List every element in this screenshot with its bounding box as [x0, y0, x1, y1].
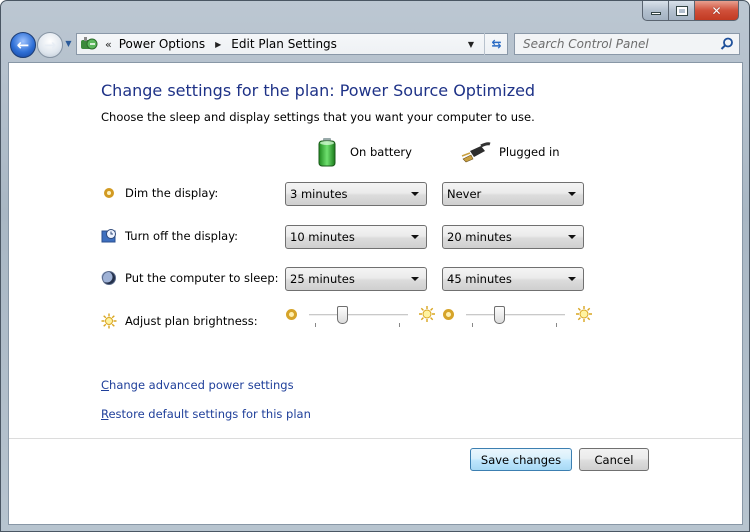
- maximize-button[interactable]: [669, 1, 695, 21]
- select-value: 25 minutes: [290, 272, 355, 286]
- content-pane: Change settings for the plan: Power Sour…: [8, 62, 743, 525]
- breadcrumb-power-options[interactable]: Power Options: [119, 37, 205, 51]
- column-label-plugged-in: Plugged in: [499, 145, 560, 159]
- address-dropdown-button[interactable]: ▼: [461, 34, 481, 54]
- page-subtitle: Choose the sleep and display settings th…: [101, 110, 535, 124]
- minimize-icon: [650, 12, 661, 15]
- slider-thumb[interactable]: [493, 306, 505, 324]
- control-panel-power-icon: [81, 37, 98, 50]
- dim-brightness-icon: [443, 309, 454, 320]
- breadcrumb-separator-icon[interactable]: ▶: [215, 40, 221, 49]
- close-button[interactable]: ✕: [695, 1, 739, 21]
- address-bar[interactable]: « Power Options ▶ Edit Plan Settings ▼: [76, 33, 508, 55]
- dim-display-on-battery-select[interactable]: 3 minutes: [285, 182, 427, 206]
- close-icon: ✕: [711, 3, 722, 18]
- maximize-icon: [675, 5, 688, 16]
- back-button[interactable]: ←: [10, 32, 36, 58]
- setting-label: Adjust plan brightness:: [125, 314, 258, 328]
- select-value: 10 minutes: [290, 230, 355, 244]
- chevron-down-icon: [411, 235, 419, 239]
- power-plug-icon: [461, 142, 491, 163]
- minimize-button[interactable]: [642, 1, 669, 21]
- slider-thumb[interactable]: [336, 306, 348, 324]
- link-rest: estore default settings for this plan: [108, 407, 311, 421]
- forward-arrow-icon: →: [43, 35, 57, 54]
- chevron-down-icon: [411, 277, 419, 281]
- full-brightness-icon: [576, 306, 592, 322]
- page-title: Change settings for the plan: Power Sour…: [101, 81, 536, 100]
- chevron-down-icon: [568, 235, 576, 239]
- dim-display-plugged-in-select[interactable]: Never: [442, 182, 584, 206]
- select-value: 3 minutes: [290, 187, 348, 201]
- setting-row-turn-off-display: Turn off the display:: [101, 228, 238, 244]
- caption-buttons: ✕: [642, 1, 739, 21]
- chevron-down-icon: [411, 192, 419, 196]
- address-overflow-chevron[interactable]: «: [105, 38, 112, 51]
- dim-brightness-icon: [286, 309, 297, 320]
- setting-label: Put the computer to sleep:: [125, 271, 279, 285]
- window-frame: ✕ ← → ▼ « Power Options ▶ Edit Plan Sett…: [0, 0, 750, 532]
- slider-track[interactable]: [309, 314, 408, 316]
- chevron-down-icon: [568, 192, 576, 196]
- turn-off-display-on-battery-select[interactable]: 10 minutes: [285, 225, 427, 249]
- search-box[interactable]: [514, 33, 740, 55]
- column-header-plugged-in: Plugged in: [461, 137, 560, 167]
- cancel-button[interactable]: Cancel: [579, 448, 649, 471]
- setting-row-sleep: Put the computer to sleep:: [101, 270, 279, 286]
- select-value: 20 minutes: [447, 230, 512, 244]
- slider-tick: [399, 323, 400, 327]
- slider-tick: [472, 323, 473, 327]
- sleep-moon-icon: [101, 271, 116, 285]
- breadcrumb-edit-plan-settings[interactable]: Edit Plan Settings: [231, 37, 337, 51]
- search-icon[interactable]: [720, 37, 734, 51]
- slider-track[interactable]: [466, 314, 565, 316]
- select-value: 45 minutes: [447, 272, 512, 286]
- chevron-down-icon: ▼: [65, 39, 72, 48]
- select-value: Never: [447, 187, 482, 201]
- brightness-on-battery-slider[interactable]: [286, 305, 436, 329]
- setting-row-dim-display: Dim the display:: [101, 185, 218, 201]
- change-advanced-power-settings-link[interactable]: Change advanced power settings: [101, 378, 294, 392]
- link-accesskey: C: [101, 378, 110, 392]
- recent-pages-button[interactable]: ▼: [64, 39, 73, 48]
- footer-divider: [9, 438, 742, 439]
- back-arrow-icon: ←: [16, 35, 30, 54]
- link-rest: hange advanced power settings: [109, 378, 294, 392]
- full-brightness-icon: [419, 306, 435, 322]
- turn-off-display-plugged-in-select[interactable]: 20 minutes: [442, 225, 584, 249]
- brightness-sun-icon: [101, 313, 117, 329]
- refresh-icon: ⇆: [491, 37, 502, 51]
- refresh-button[interactable]: ⇆: [484, 33, 508, 55]
- brightness-plugged-in-slider[interactable]: [443, 305, 593, 329]
- setting-label: Turn off the display:: [125, 229, 239, 243]
- forward-button[interactable]: →: [37, 32, 63, 58]
- sleep-on-battery-select[interactable]: 25 minutes: [285, 267, 427, 291]
- slider-tick: [315, 323, 316, 327]
- chevron-down-icon: [568, 277, 576, 281]
- dim-display-icon: [101, 185, 117, 201]
- setting-row-brightness: Adjust plan brightness:: [101, 313, 258, 329]
- sleep-plugged-in-select[interactable]: 45 minutes: [442, 267, 584, 291]
- battery-icon: [318, 138, 336, 167]
- setting-label: Dim the display:: [125, 186, 219, 200]
- column-header-on-battery: On battery: [312, 137, 412, 167]
- slider-tick: [556, 323, 557, 327]
- restore-default-settings-link[interactable]: Restore default settings for this plan: [101, 407, 311, 421]
- search-input[interactable]: [515, 37, 715, 51]
- column-label-on-battery: On battery: [350, 145, 412, 159]
- save-changes-button[interactable]: Save changes: [470, 448, 572, 471]
- display-off-icon: [101, 229, 116, 243]
- chevron-down-icon: ▼: [467, 39, 475, 49]
